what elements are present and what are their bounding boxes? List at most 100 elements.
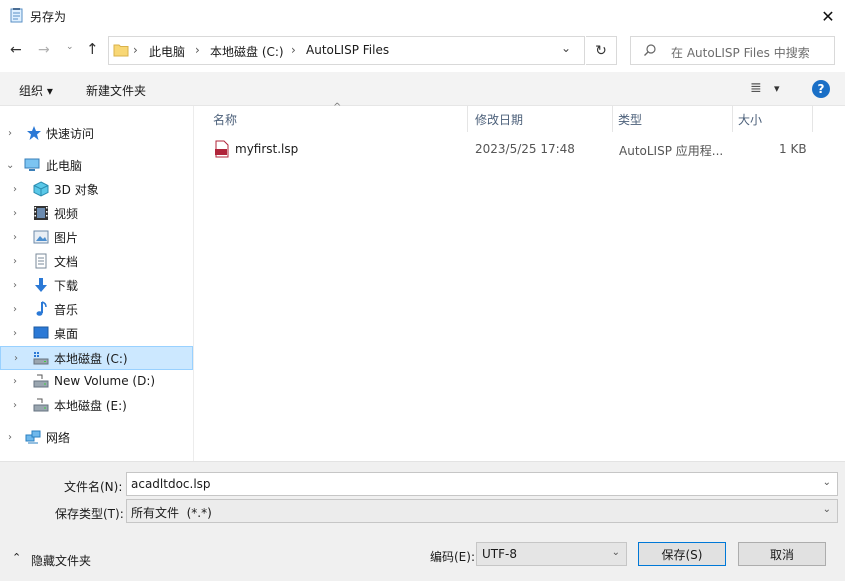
- chevron-down-icon[interactable]: ⌄: [823, 477, 831, 488]
- close-button[interactable]: ✕: [812, 2, 844, 30]
- refresh-icon: ↻: [595, 42, 607, 59]
- filename-field[interactable]: acadltdoc.lsp ⌄: [126, 472, 838, 496]
- file-row[interactable]: myfirst.lsp 2023/5/25 17:48 AutoLISP 应用程…: [207, 138, 813, 160]
- recent-locations-button[interactable]: ⌄: [66, 42, 80, 62]
- nav-label: New Volume (D:): [54, 374, 156, 388]
- chevron-right-icon[interactable]: ›: [8, 432, 12, 443]
- nav-label: 网络: [46, 430, 71, 445]
- nav-label: 此电脑: [46, 158, 83, 173]
- back-button[interactable]: ←: [10, 42, 30, 62]
- nav-label: 图片: [54, 230, 79, 245]
- nav-item-desktop[interactable]: › 桌面: [0, 321, 193, 345]
- window-title: 另存为: [30, 10, 67, 24]
- lsp-file-icon: [215, 140, 229, 158]
- filetype-select[interactable]: 所有文件 (*.*) ⌄: [126, 499, 838, 523]
- column-header-size[interactable]: 大小: [733, 106, 813, 132]
- nav-item-this-pc[interactable]: ⌄ 此电脑: [0, 153, 193, 177]
- search-input[interactable]: 在 AutoLISP Files 中搜索: [630, 36, 835, 65]
- chevron-down-icon: ⌄: [66, 42, 74, 52]
- column-header-name[interactable]: 名称: [207, 106, 468, 132]
- view-options-dropdown[interactable]: ▾: [774, 82, 780, 95]
- command-toolbar: 组织 ▾ 新建文件夹 ≣ ▾ ?: [0, 72, 845, 106]
- breadcrumb-separator: ›: [195, 43, 200, 57]
- forward-button[interactable]: →: [38, 42, 58, 62]
- notepad-icon: [10, 8, 23, 23]
- drive-d-icon: [33, 374, 49, 388]
- chevron-down-icon[interactable]: ⌄: [612, 547, 620, 558]
- organize-button[interactable]: 组织 ▾: [19, 82, 53, 99]
- chevron-right-icon[interactable]: ›: [13, 304, 17, 315]
- nav-item-3d-objects[interactable]: › 3D 对象: [0, 177, 193, 201]
- save-button[interactable]: 保存(S): [638, 542, 726, 566]
- video-icon: [34, 206, 48, 220]
- computer-icon: [24, 158, 40, 171]
- chevron-right-icon[interactable]: ›: [13, 184, 17, 195]
- file-modified: 2023/5/25 17:48: [475, 142, 575, 156]
- encoding-select[interactable]: UTF-8 ⌄: [476, 542, 627, 566]
- nav-label: 视频: [54, 206, 79, 221]
- chevron-right-icon[interactable]: ›: [13, 232, 17, 243]
- nav-label: 下载: [54, 278, 79, 293]
- nav-item-drive-e[interactable]: › 本地磁盘 (E:): [0, 393, 193, 417]
- encoding-label: 编码(E):: [430, 550, 475, 564]
- arrow-right-icon: →: [38, 42, 50, 58]
- filetype-label: 保存类型(T):: [55, 507, 124, 521]
- navigation-pane: › 快速访问 ⌄ 此电脑 › 3D 对象 › 视频 › 图片 › 文档 › 下载…: [0, 106, 194, 461]
- close-icon: ✕: [821, 6, 835, 26]
- network-icon: [25, 430, 41, 444]
- nav-item-drive-c[interactable]: › 本地磁盘 (C:): [0, 346, 193, 370]
- chevron-down-icon[interactable]: ⌄: [6, 160, 14, 171]
- chevron-right-icon[interactable]: ›: [13, 328, 17, 339]
- cancel-button[interactable]: 取消: [738, 542, 826, 566]
- drive-e-icon: [33, 398, 49, 412]
- filename-label: 文件名(N):: [64, 480, 123, 494]
- breadcrumb-this-pc[interactable]: 此电脑: [149, 43, 185, 60]
- arrow-up-icon: ↑: [86, 40, 99, 58]
- file-list: ^ 名称 修改日期 类型 大小 myfirst.lsp 2023/5/25 17…: [195, 102, 845, 461]
- nav-item-quick-access[interactable]: › 快速访问: [0, 121, 193, 145]
- nav-item-video[interactable]: › 视频: [0, 201, 193, 225]
- documents-icon: [35, 253, 47, 269]
- chevron-right-icon[interactable]: ›: [13, 208, 17, 219]
- pictures-icon: [33, 230, 49, 244]
- address-bar[interactable]: › 此电脑 › 本地磁盘 (C:) › AutoLISP Files ⌄: [108, 36, 585, 65]
- help-icon[interactable]: ?: [812, 80, 830, 98]
- nav-label: 文档: [54, 254, 79, 269]
- file-size: 1 KB: [779, 142, 807, 156]
- music-icon: [36, 301, 47, 316]
- nav-item-pictures[interactable]: › 图片: [0, 225, 193, 249]
- breadcrumb-separator: ›: [291, 43, 296, 57]
- chevron-right-icon[interactable]: ›: [14, 353, 18, 364]
- nav-item-network[interactable]: › 网络: [0, 425, 193, 449]
- chevron-right-icon[interactable]: ›: [13, 400, 17, 411]
- file-type: AutoLISP 应用程...: [619, 144, 724, 158]
- new-folder-button[interactable]: 新建文件夹: [86, 82, 146, 99]
- search-icon: [644, 44, 656, 56]
- view-options-icon[interactable]: ≣: [750, 80, 762, 96]
- chevron-right-icon[interactable]: ›: [13, 280, 17, 291]
- nav-item-downloads[interactable]: › 下载: [0, 273, 193, 297]
- refresh-button[interactable]: ↻: [586, 36, 617, 65]
- nav-item-documents[interactable]: › 文档: [0, 249, 193, 273]
- chevron-up-icon: ⌃: [12, 551, 22, 564]
- breadcrumb-drive-c[interactable]: 本地磁盘 (C:): [210, 43, 284, 60]
- star-icon: [27, 126, 41, 140]
- chevron-right-icon[interactable]: ›: [13, 256, 17, 267]
- file-name: myfirst.lsp: [235, 142, 299, 156]
- downloads-icon: [35, 278, 47, 292]
- up-button[interactable]: ↑: [86, 40, 104, 62]
- chevron-right-icon[interactable]: ›: [13, 376, 17, 387]
- search-placeholder: 在 AutoLISP Files 中搜索: [671, 46, 810, 60]
- address-dropdown-icon[interactable]: ⌄: [561, 41, 571, 55]
- nav-item-music[interactable]: › 音乐: [0, 297, 193, 321]
- nav-item-drive-d[interactable]: › New Volume (D:): [0, 369, 193, 393]
- save-panel: 文件名(N): acadltdoc.lsp ⌄ 保存类型(T): 所有文件 (*…: [0, 461, 845, 581]
- breadcrumb-autolisp-files[interactable]: AutoLISP Files: [306, 43, 389, 57]
- chevron-right-icon[interactable]: ›: [8, 128, 12, 139]
- column-header-modified[interactable]: 修改日期: [468, 106, 613, 132]
- chevron-down-icon[interactable]: ⌄: [823, 504, 831, 515]
- nav-label: 3D 对象: [54, 182, 99, 197]
- column-header-type[interactable]: 类型: [613, 106, 733, 132]
- nav-label: 音乐: [54, 302, 79, 317]
- nav-label: 本地磁盘 (C:): [54, 351, 128, 366]
